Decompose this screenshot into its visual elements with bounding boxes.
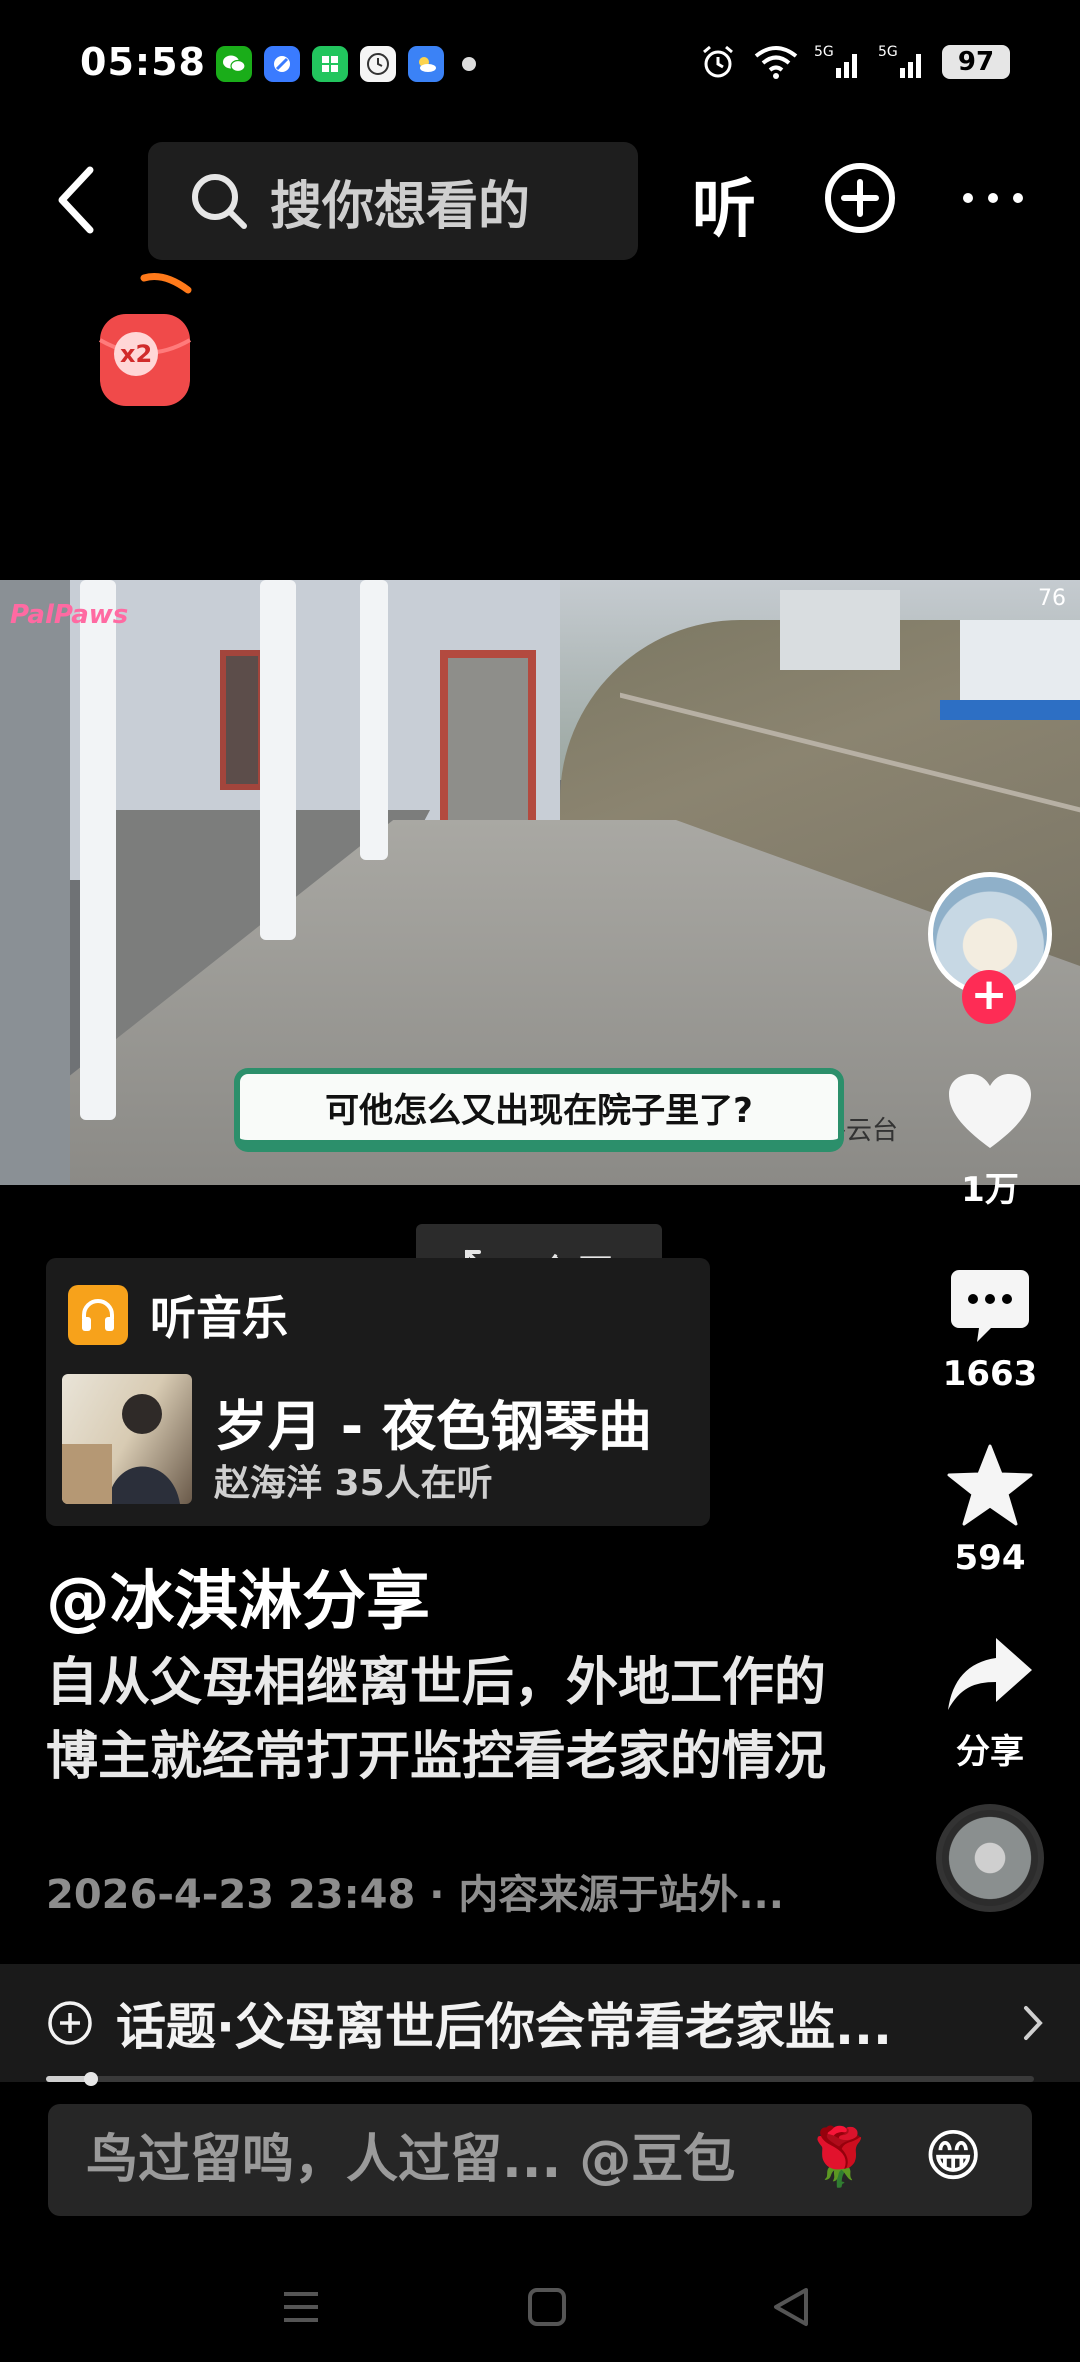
wechat-icon [216, 46, 252, 82]
comment-icon [951, 1270, 1029, 1342]
video-progress-bar[interactable] [46, 2072, 1034, 2086]
red-packet-reward[interactable]: x2 [92, 270, 202, 410]
battery-indicator: 97 [942, 45, 1010, 79]
video-pillar [80, 580, 116, 1120]
topic-bar[interactable]: 话题·父母离世后你会常看老家监... [0, 1964, 1080, 2082]
favorite-action[interactable]: 594 [920, 1444, 1060, 1578]
music-card-title: 听音乐 [150, 1291, 288, 1345]
clock-app-icon [360, 46, 396, 82]
song-title: 岁月 - 夜色钢琴曲 [214, 1395, 653, 1458]
topic-text: 话题·父母离世后你会常看老家监... [116, 1998, 892, 2056]
top-navigation: 搜你想看的 听 [0, 140, 1080, 260]
follow-button[interactable]: + [962, 970, 1016, 1024]
wifi-icon [754, 46, 798, 79]
share-label: 分享 [956, 1732, 1024, 1772]
video-distant-house [780, 590, 900, 670]
author-name[interactable]: @冰淇淋分享 [46, 1550, 430, 1642]
star-icon [947, 1444, 1033, 1526]
back-triangle-icon[interactable] [766, 2282, 816, 2332]
music-card[interactable]: 听音乐 岁月 - 夜色钢琴曲 赵海洋 35人在听 [46, 1258, 710, 1526]
more-options-icon[interactable] [958, 160, 1028, 236]
music-card-header: 听音乐 [68, 1282, 288, 1348]
video-pillar [360, 580, 388, 860]
headphones-icon [68, 1285, 128, 1345]
rose-emoji-icon[interactable]: 🌹 [804, 2124, 874, 2190]
status-time: 05:58 [80, 40, 206, 84]
status-bar: 05:58 5G 5G 97 [0, 0, 1080, 130]
video-distant-house [960, 620, 1080, 710]
grid-app-icon [312, 46, 348, 82]
video-signal-readout: 76 [1038, 586, 1066, 611]
music-disc-icon[interactable] [936, 1804, 1044, 1912]
share-action[interactable]: 分享 [920, 1634, 1060, 1773]
search-box[interactable]: 搜你想看的 [148, 142, 638, 260]
browser-app-icon [264, 46, 300, 82]
video-player[interactable]: PalPaws 76 外云台 可他怎么又出现在院子里了? [0, 580, 1080, 1185]
heart-icon [949, 1074, 1031, 1148]
home-icon[interactable] [522, 2282, 572, 2332]
video-caption: 可他怎么又出现在院子里了? [234, 1068, 844, 1152]
notification-icons [216, 46, 476, 82]
reward-multiplier: x2 [120, 340, 153, 368]
back-arrow-icon[interactable] [48, 162, 108, 238]
video-window [220, 650, 264, 790]
listen-button[interactable]: 听 [692, 158, 756, 250]
comment-bar[interactable]: 🌹 😁 [48, 2104, 1032, 2216]
share-arrow-icon [948, 1638, 1032, 1710]
alarm-icon [703, 45, 733, 78]
system-navigation [0, 2260, 1080, 2362]
video-pillar [260, 580, 296, 940]
post-meta: 2026-4-23 23:48 · 内容来源于站外... [46, 1872, 784, 1918]
search-placeholder: 搜你想看的 [270, 176, 531, 237]
svg-text:5G: 5G [814, 44, 834, 60]
status-right: 5G 5G 97 [698, 42, 1010, 82]
menu-icon[interactable] [276, 2282, 326, 2332]
signal-5g-icon-2: 5G [878, 44, 921, 78]
post-description: 自从父母相继离世后，外地工作的博主就经常打开监控看老家的情况 [46, 1653, 827, 1787]
chevron-right-icon [1024, 2006, 1043, 2040]
more-notifications-dot [462, 57, 476, 71]
album-cover [62, 1374, 192, 1504]
progress-knob[interactable] [84, 2072, 99, 2086]
signal-5g-icon-1: 5G [814, 44, 857, 78]
comment-count: 1663 [942, 1354, 1038, 1394]
favorite-count: 594 [954, 1538, 1026, 1578]
comment-action[interactable]: 1663 [920, 1268, 1060, 1394]
comment-input[interactable] [86, 2130, 786, 2190]
grin-emoji-icon[interactable]: 😁 [924, 2124, 982, 2189]
weather-app-icon [408, 46, 444, 82]
svg-text:5G: 5G [878, 44, 898, 60]
search-icon [192, 174, 247, 229]
like-count: 1万 [961, 1170, 1019, 1210]
add-circle-icon[interactable] [822, 160, 898, 236]
video-logo: PalPaws [10, 600, 129, 630]
video-left-wall [0, 580, 70, 1185]
like-action[interactable]: 1万 [920, 1072, 1060, 1211]
video-blue-roof [940, 700, 1080, 720]
song-artist: 赵海洋 35人在听 [214, 1463, 493, 1504]
add-topic-icon [48, 2001, 92, 2045]
